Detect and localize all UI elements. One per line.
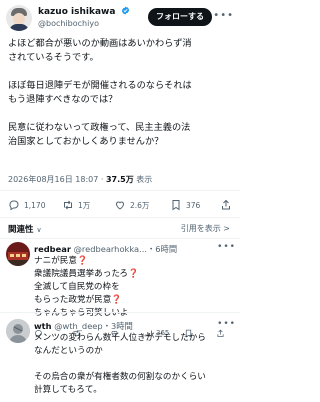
reply-text-line: メンツの変わらん数千人位きがデモしたから [34, 333, 206, 343]
reply-text-line: ちゃんちゃら可笑しいよ [34, 308, 129, 318]
reply-button[interactable]: 1,170 [8, 196, 45, 214]
tweet-text-line: もう退陣すべきなのでは？ [8, 94, 118, 105]
reply-text-line: ナニが民意❓ [34, 256, 88, 266]
reply-author-name[interactable]: wth [34, 321, 52, 331]
view-suffix: 表示 [133, 175, 153, 184]
reply-time[interactable]: ・6時間 [147, 244, 177, 254]
share-icon [222, 199, 230, 210]
author-name-text: kazuo ishikawa [38, 7, 116, 17]
share-button[interactable] [220, 196, 236, 214]
tweet-detail-page: kazuo ishikawa @bochibochiyo フォローする ••• … [0, 0, 240, 402]
tweet-text-line: 治国家としておかしくありませんか？ [8, 136, 164, 147]
tweet-text-line: よほど都合が悪いのか動画はあいかわらず消 [8, 38, 192, 49]
reply-count: 1,170 [24, 200, 46, 210]
sort-relevance-label: 関連性 [8, 225, 34, 235]
tweet-meta: 2026年08月16日 18:07 · 37.5万 表示 [8, 175, 153, 184]
retweet-count: 1万 [78, 200, 91, 210]
view-count: 37.5万 [105, 175, 134, 184]
verified-badge-icon [121, 6, 129, 15]
divider [0, 190, 240, 191]
author-avatar[interactable] [6, 5, 32, 31]
like-count: 2.6万 [130, 200, 150, 210]
tweet-action-bar: 1,170 1万 2.6万 376 [0, 196, 240, 214]
reply-sort-bar: 関連性 ∨ 引用を表示 > [0, 221, 240, 239]
reply-author-handle[interactable]: @wth_deep [54, 321, 103, 331]
reply-avatar[interactable] [6, 242, 30, 266]
reply-text-line: その烏合の衆が有権者数の何割なのかくらい [34, 372, 206, 382]
reply-avatar[interactable] [6, 319, 30, 343]
reply-text-line: 衆議院議員選挙あったろ❓ [34, 269, 139, 279]
share-icon [217, 329, 224, 337]
tweet-timestamp[interactable]: 2026年08月16日 18:07 [8, 175, 98, 184]
tweet-text-line: 民意に従わないって政権って、民主主義の法 [8, 122, 191, 133]
reply-text-line: もらった政党が民意❓ [34, 295, 123, 305]
more-options-icon[interactable]: ••• [217, 319, 236, 329]
reply-time[interactable]: ・3時間 [103, 321, 133, 331]
sort-relevance-dropdown[interactable]: 関連性 ∨ [8, 223, 42, 235]
bookmark-button[interactable]: 376 [170, 196, 200, 214]
tweet-author-row: kazuo ishikawa @bochibochiyo フォローする ••• [6, 4, 236, 34]
bookmark-count: 376 [186, 200, 201, 210]
author-name[interactable]: kazuo ishikawa [38, 6, 130, 17]
bookmark-icon [172, 200, 180, 211]
divider [0, 217, 240, 218]
like-button[interactable]: 2.6万 [114, 196, 149, 214]
retweet-icon [64, 200, 72, 210]
reply-text-line: なんだというのか [34, 346, 103, 356]
more-options-icon[interactable]: ••• [217, 242, 236, 252]
tweet-text-line: されているそうです。 [8, 52, 99, 63]
heart-icon [115, 201, 125, 210]
follow-button[interactable]: フォローする [148, 8, 212, 26]
reply-author-handle[interactable]: @redbearhokka... [74, 244, 147, 254]
chevron-down-icon: ∨ [36, 226, 42, 234]
reply-header: wth @wth_deep・3時間 [34, 320, 133, 332]
author-handle[interactable]: @bochibochiyo [38, 19, 99, 28]
divider [0, 312, 240, 313]
divider [0, 238, 240, 239]
more-options-icon[interactable]: ••• [213, 10, 234, 21]
retweet-button[interactable]: 1万 [62, 196, 90, 214]
reply-author-name[interactable]: redbear [34, 244, 71, 254]
reply-text-line: 全滅して自民党の枠を [34, 282, 120, 292]
tweet-text-line: ほぼ毎日退陣デモが開催されるのならそれは [8, 80, 192, 91]
reply-header: redbear @redbearhokka...・6時間 [34, 243, 177, 255]
reply-text-line: 計算してもろて。 [34, 385, 102, 395]
reply-icon [9, 200, 19, 211]
view-quotes-link[interactable]: 引用を表示 > [181, 223, 230, 234]
